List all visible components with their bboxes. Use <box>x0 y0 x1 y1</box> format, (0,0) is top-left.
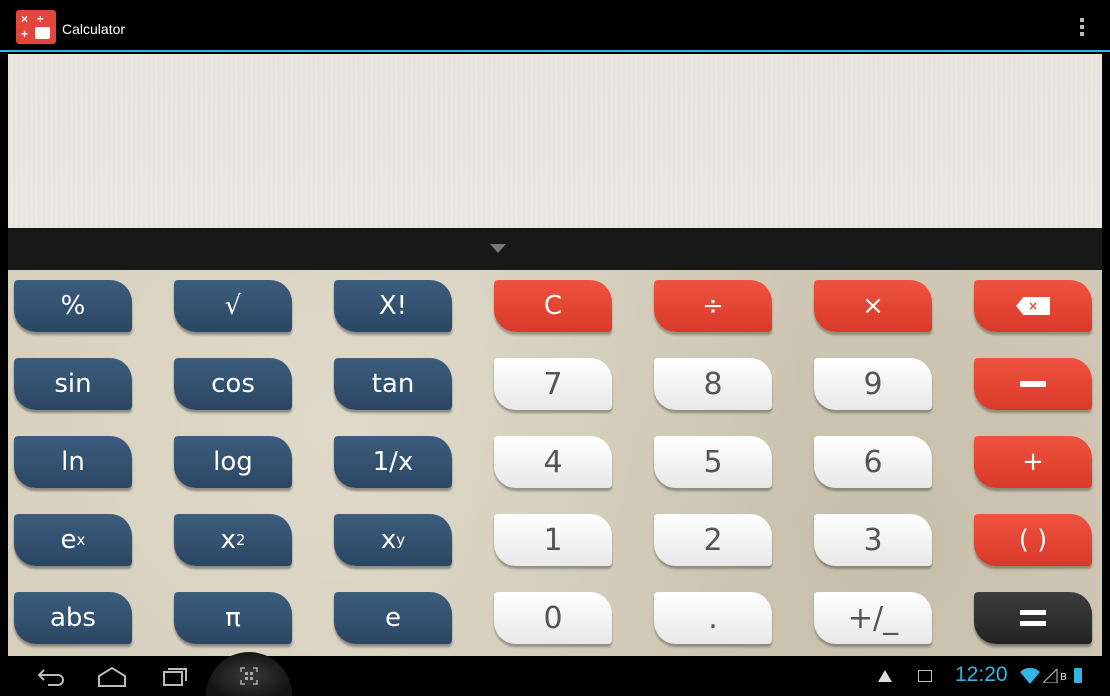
negate-label: +/_ <box>847 600 899 636</box>
battery-icon <box>1074 668 1082 683</box>
abs-button[interactable]: abs <box>14 592 132 644</box>
exp-label: e <box>60 525 77 555</box>
digit-5-label: 5 <box>703 444 723 480</box>
digit-9-button[interactable]: 9 <box>814 358 932 410</box>
parentheses-button[interactable]: ( ) <box>974 514 1092 566</box>
bluetooth-icon: ʙ <box>1060 668 1067 683</box>
decimal-label: . <box>708 600 718 636</box>
ln-button[interactable]: ln <box>14 436 132 488</box>
factorial-button[interactable]: X! <box>334 280 452 332</box>
equals-icon <box>1020 610 1046 626</box>
sin-button[interactable]: sin <box>14 358 132 410</box>
power-button[interactable]: xy <box>334 514 452 566</box>
percent-button[interactable]: % <box>14 280 132 332</box>
recent-apps-icon[interactable] <box>162 664 188 688</box>
minus-icon <box>1020 381 1046 387</box>
digit-4-label: 4 <box>543 444 563 480</box>
percent-label: % <box>60 291 86 321</box>
digit-3-label: 3 <box>863 522 883 558</box>
digit-3-button[interactable]: 3 <box>814 514 932 566</box>
app-title: Calculator <box>62 21 126 37</box>
sqrt-button[interactable]: √ <box>174 280 292 332</box>
divide-label: ÷ <box>702 291 724 321</box>
reciprocal-button[interactable]: 1/x <box>334 436 452 488</box>
digit-0-button[interactable]: 0 <box>494 592 612 644</box>
clear-button[interactable]: C <box>494 280 612 332</box>
drawer-handle[interactable] <box>8 228 1102 270</box>
square-button[interactable]: x2 <box>174 514 292 566</box>
home-icon[interactable] <box>96 664 128 688</box>
digit-2-label: 2 <box>703 522 723 558</box>
tan-label: tan <box>371 369 415 399</box>
cos-label: cos <box>211 369 255 399</box>
digit-5-button[interactable]: 5 <box>654 436 772 488</box>
calculator-display[interactable] <box>8 54 1102 228</box>
cos-button[interactable]: cos <box>174 358 292 410</box>
factorial-label: X! <box>378 291 408 321</box>
action-bar: × ÷ + Calculator <box>0 0 1110 52</box>
digit-7-button[interactable]: 7 <box>494 358 612 410</box>
overflow-menu-icon[interactable] <box>1080 18 1086 38</box>
digit-7-label: 7 <box>543 366 563 402</box>
divide-button[interactable]: ÷ <box>654 280 772 332</box>
back-icon[interactable] <box>36 664 66 688</box>
multiply-label: × <box>862 291 884 321</box>
euler-label: e <box>385 603 401 633</box>
warning-icon <box>878 670 892 682</box>
digit-4-button[interactable]: 4 <box>494 436 612 488</box>
digit-1-label: 1 <box>543 522 563 558</box>
backspace-icon: × <box>1016 297 1050 315</box>
euler-button[interactable]: e <box>334 592 452 644</box>
add-button[interactable]: + <box>974 436 1092 488</box>
digit-2-button[interactable]: 2 <box>654 514 772 566</box>
exp-button[interactable]: ex <box>14 514 132 566</box>
digit-8-label: 8 <box>703 366 723 402</box>
digit-0-label: 0 <box>543 600 563 636</box>
digit-6-button[interactable]: 6 <box>814 436 932 488</box>
digit-9-label: 9 <box>863 366 883 402</box>
decimal-button[interactable]: . <box>654 592 772 644</box>
negate-button[interactable]: +/_ <box>814 592 932 644</box>
tan-button[interactable]: tan <box>334 358 452 410</box>
signal-icon <box>1043 669 1058 683</box>
add-label: + <box>1022 447 1044 477</box>
log-label: log <box>213 447 253 477</box>
power-label: x <box>380 525 397 555</box>
abs-label: abs <box>50 603 96 633</box>
screenshot-icon[interactable] <box>206 652 292 696</box>
parentheses-label: ( ) <box>1018 525 1048 555</box>
clear-label: C <box>543 291 563 321</box>
sin-label: sin <box>54 369 92 399</box>
ln-label: ln <box>61 447 85 477</box>
log-button[interactable]: log <box>174 436 292 488</box>
wifi-icon <box>1020 668 1040 684</box>
equals-button[interactable] <box>974 592 1092 644</box>
clock: 12:20 <box>955 663 1008 686</box>
gallery-notification-icon <box>918 670 932 682</box>
subtract-button[interactable] <box>974 358 1092 410</box>
square-label: x <box>220 525 236 555</box>
reciprocal-label: 1/x <box>372 447 414 477</box>
digit-8-button[interactable]: 8 <box>654 358 772 410</box>
pi-button[interactable]: π <box>174 592 292 644</box>
digit-1-button[interactable]: 1 <box>494 514 612 566</box>
digit-6-label: 6 <box>863 444 883 480</box>
drawer-toggle-icon[interactable] <box>490 244 506 253</box>
pi-label: π <box>225 603 241 633</box>
sqrt-label: √ <box>224 291 242 321</box>
keypad: % √ X! C ÷ × × sin cos tan 7 8 9 ln log 1/x 4 5 6 + e x x 2 x y 1 2… <box>8 270 1102 656</box>
multiply-button[interactable]: × <box>814 280 932 332</box>
backspace-button[interactable]: × <box>974 280 1092 332</box>
calculator-app-icon[interactable]: × ÷ + <box>16 10 56 44</box>
system-bar: 12:20 ʙ <box>0 652 1110 696</box>
